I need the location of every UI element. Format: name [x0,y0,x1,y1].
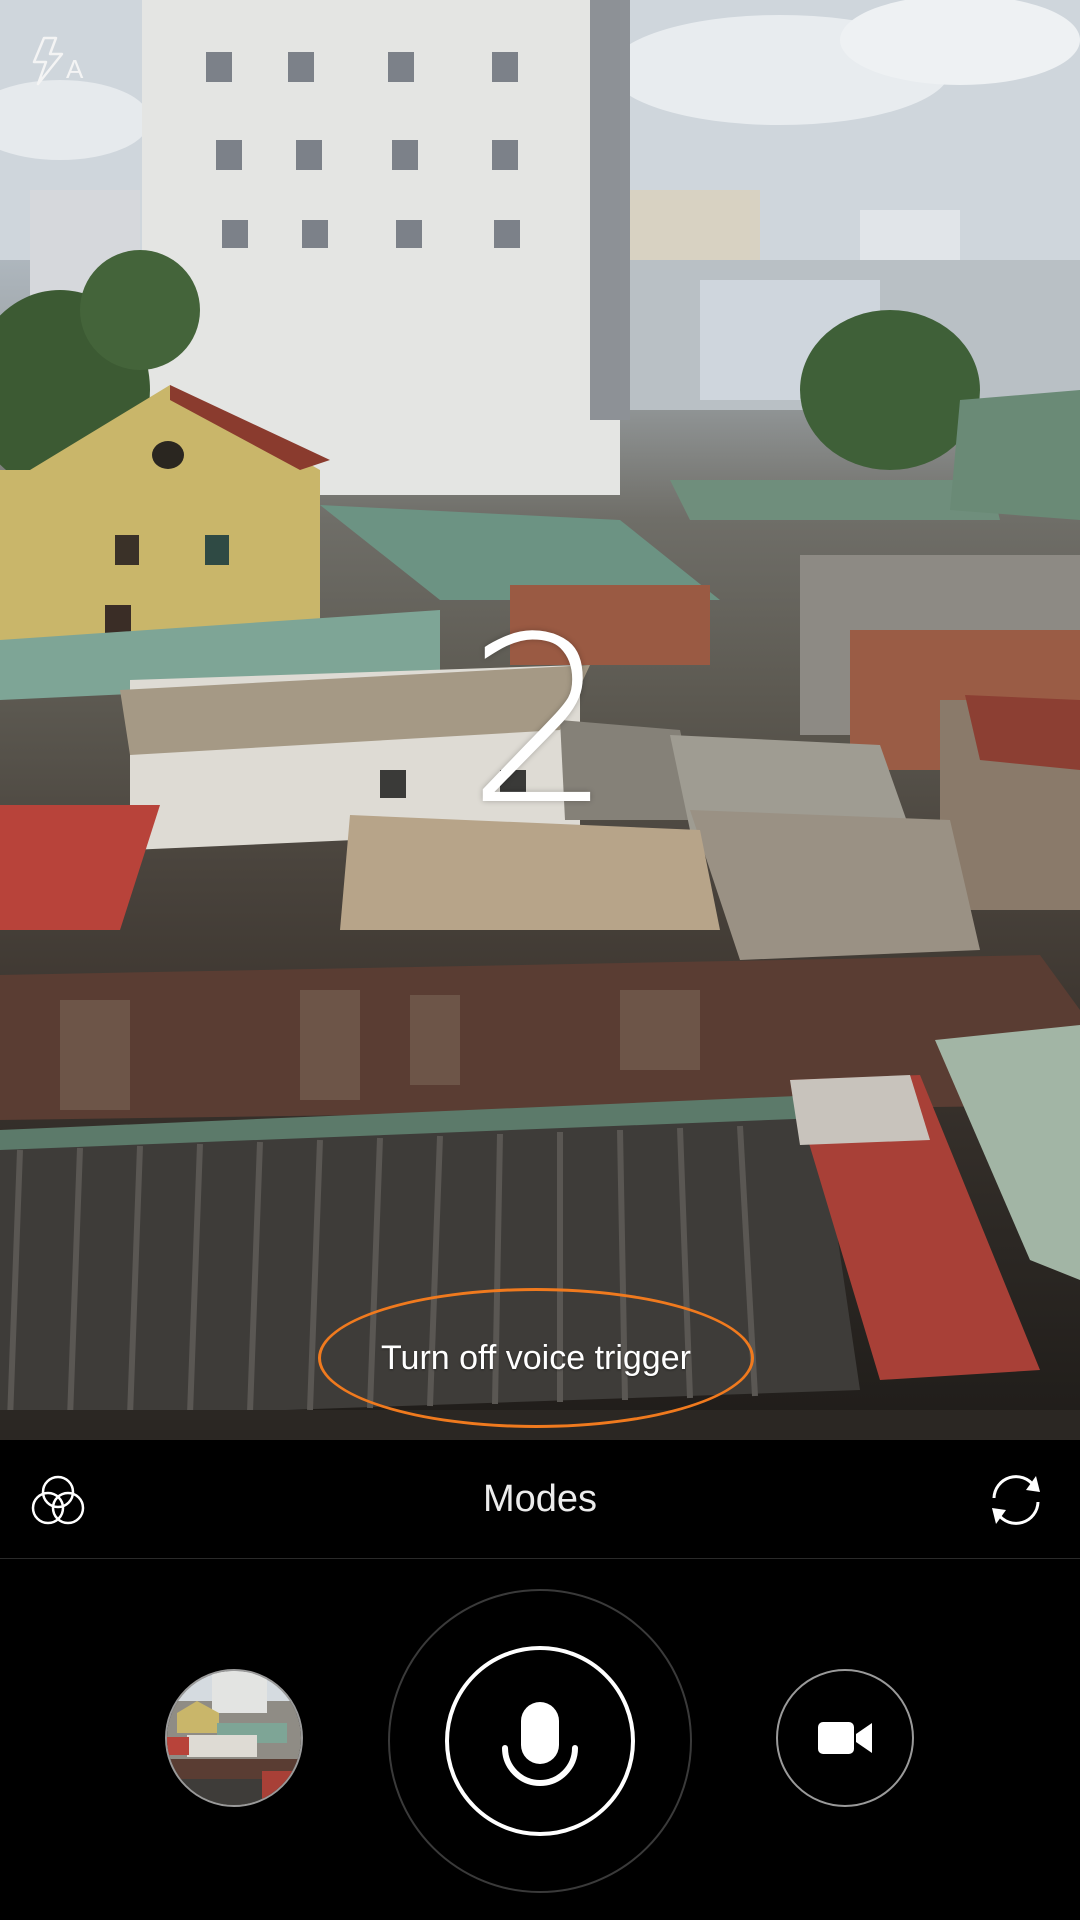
modes-button[interactable]: Modes [483,1478,597,1520]
video-camera-icon [818,1722,872,1754]
voice-trigger-label: Turn off voice trigger [381,1338,691,1377]
filters-button[interactable] [26,1470,90,1534]
capture-controls [0,1559,1080,1920]
viewfinder[interactable]: A 2 Turn off voice trigger [0,0,1080,1440]
voice-trigger-toast[interactable]: Turn off voice trigger [318,1288,754,1428]
countdown-number: 2 [466,589,614,856]
switch-camera-button[interactable] [980,1468,1052,1532]
modes-bar: Modes [0,1440,1080,1559]
microphone-icon [502,1702,578,1786]
filters-icon [31,1475,85,1525]
flash-mode-letter: A [66,54,84,84]
shutter-button[interactable] [445,1646,635,1836]
camera-screen: A 2 Turn off voice trigger Modes [0,0,1080,1920]
gallery-thumbnail[interactable] [165,1669,303,1807]
video-mode-button[interactable] [776,1669,914,1807]
last-photo-preview [167,1671,301,1805]
flash-button[interactable]: A [26,30,90,94]
switch-camera-icon [992,1475,1040,1525]
